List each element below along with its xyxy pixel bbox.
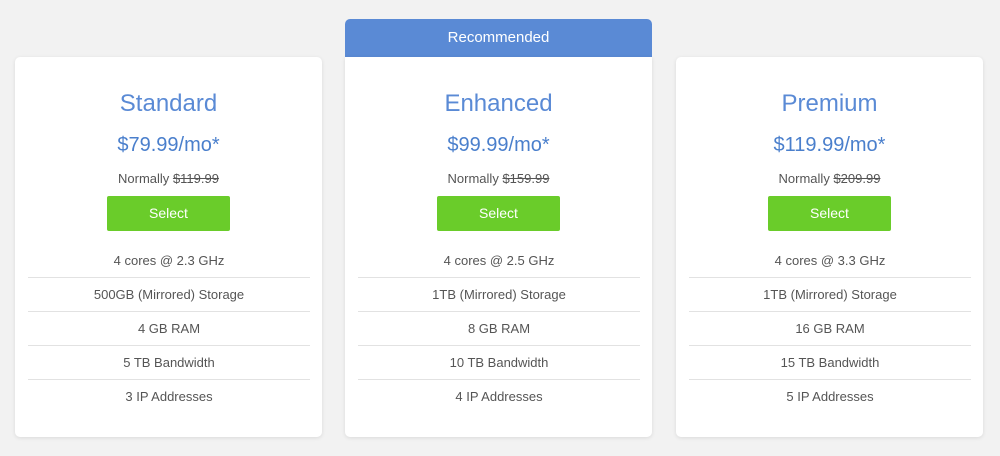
old-price: $119.99: [172, 171, 219, 186]
plan-card-standard: Standard $79.99/mo* Normally $119.99 Sel…: [15, 57, 322, 437]
feature-ip-addresses: 5 IP Addresses: [786, 389, 874, 404]
feature-ram: 16 GB RAM: [689, 312, 971, 346]
feature-list: 4 cores @ 2.5 GHz 1TB (Mirrored) Storage…: [358, 244, 640, 414]
normal-price: Normally $159.99: [345, 170, 652, 188]
feature-ram: 4 GB RAM: [28, 312, 310, 346]
normally-label: Normally: [118, 171, 170, 186]
select-button-premium[interactable]: Select: [768, 196, 891, 231]
feature-ram: 8 GB RAM: [358, 312, 640, 346]
feature-list: 4 cores @ 3.3 GHz 1TB (Mirrored) Storage…: [689, 244, 971, 414]
select-button-standard[interactable]: Select: [107, 196, 230, 231]
feature-storage: 1TB (Mirrored) Storage: [689, 278, 971, 312]
select-button-enhanced[interactable]: Select: [437, 196, 560, 231]
normal-price: Normally $209.99: [676, 170, 983, 188]
normally-label: Normally: [447, 171, 499, 186]
plan-card-premium: Premium $119.99/mo* Normally $209.99 Sel…: [676, 57, 983, 437]
feature-cpu: 4 cores @ 3.3 GHz: [689, 244, 971, 278]
feature-cpu: 4 cores @ 2.3 GHz: [28, 244, 310, 278]
normal-price: Normally $119.99: [15, 170, 322, 188]
feature-cpu: 4 cores @ 2.5 GHz: [358, 244, 640, 278]
plan-name: Standard: [119, 90, 218, 117]
plan-name: Premium: [781, 90, 878, 117]
plan-price: $99.99/mo*: [447, 134, 550, 156]
normally-label: Normally: [778, 171, 830, 186]
old-price: $209.99: [833, 171, 881, 186]
feature-bandwidth: 10 TB Bandwidth: [358, 346, 640, 380]
plan-card-enhanced: Enhanced $99.99/mo* Normally $159.99 Sel…: [345, 57, 652, 437]
feature-list: 4 cores @ 2.3 GHz 500GB (Mirrored) Stora…: [28, 244, 310, 414]
plan-price: $79.99/mo*: [117, 134, 220, 156]
plan-name: Enhanced: [444, 90, 553, 117]
old-price: $159.99: [502, 171, 550, 186]
recommended-banner: Recommended: [345, 19, 652, 57]
feature-storage: 500GB (Mirrored) Storage: [28, 278, 310, 312]
plan-price: $119.99/mo*: [773, 134, 886, 156]
feature-bandwidth: 15 TB Bandwidth: [689, 346, 971, 380]
feature-ip-addresses: 3 IP Addresses: [125, 389, 213, 404]
feature-bandwidth: 5 TB Bandwidth: [28, 346, 310, 380]
feature-ip-addresses: 4 IP Addresses: [455, 389, 543, 404]
feature-storage: 1TB (Mirrored) Storage: [358, 278, 640, 312]
